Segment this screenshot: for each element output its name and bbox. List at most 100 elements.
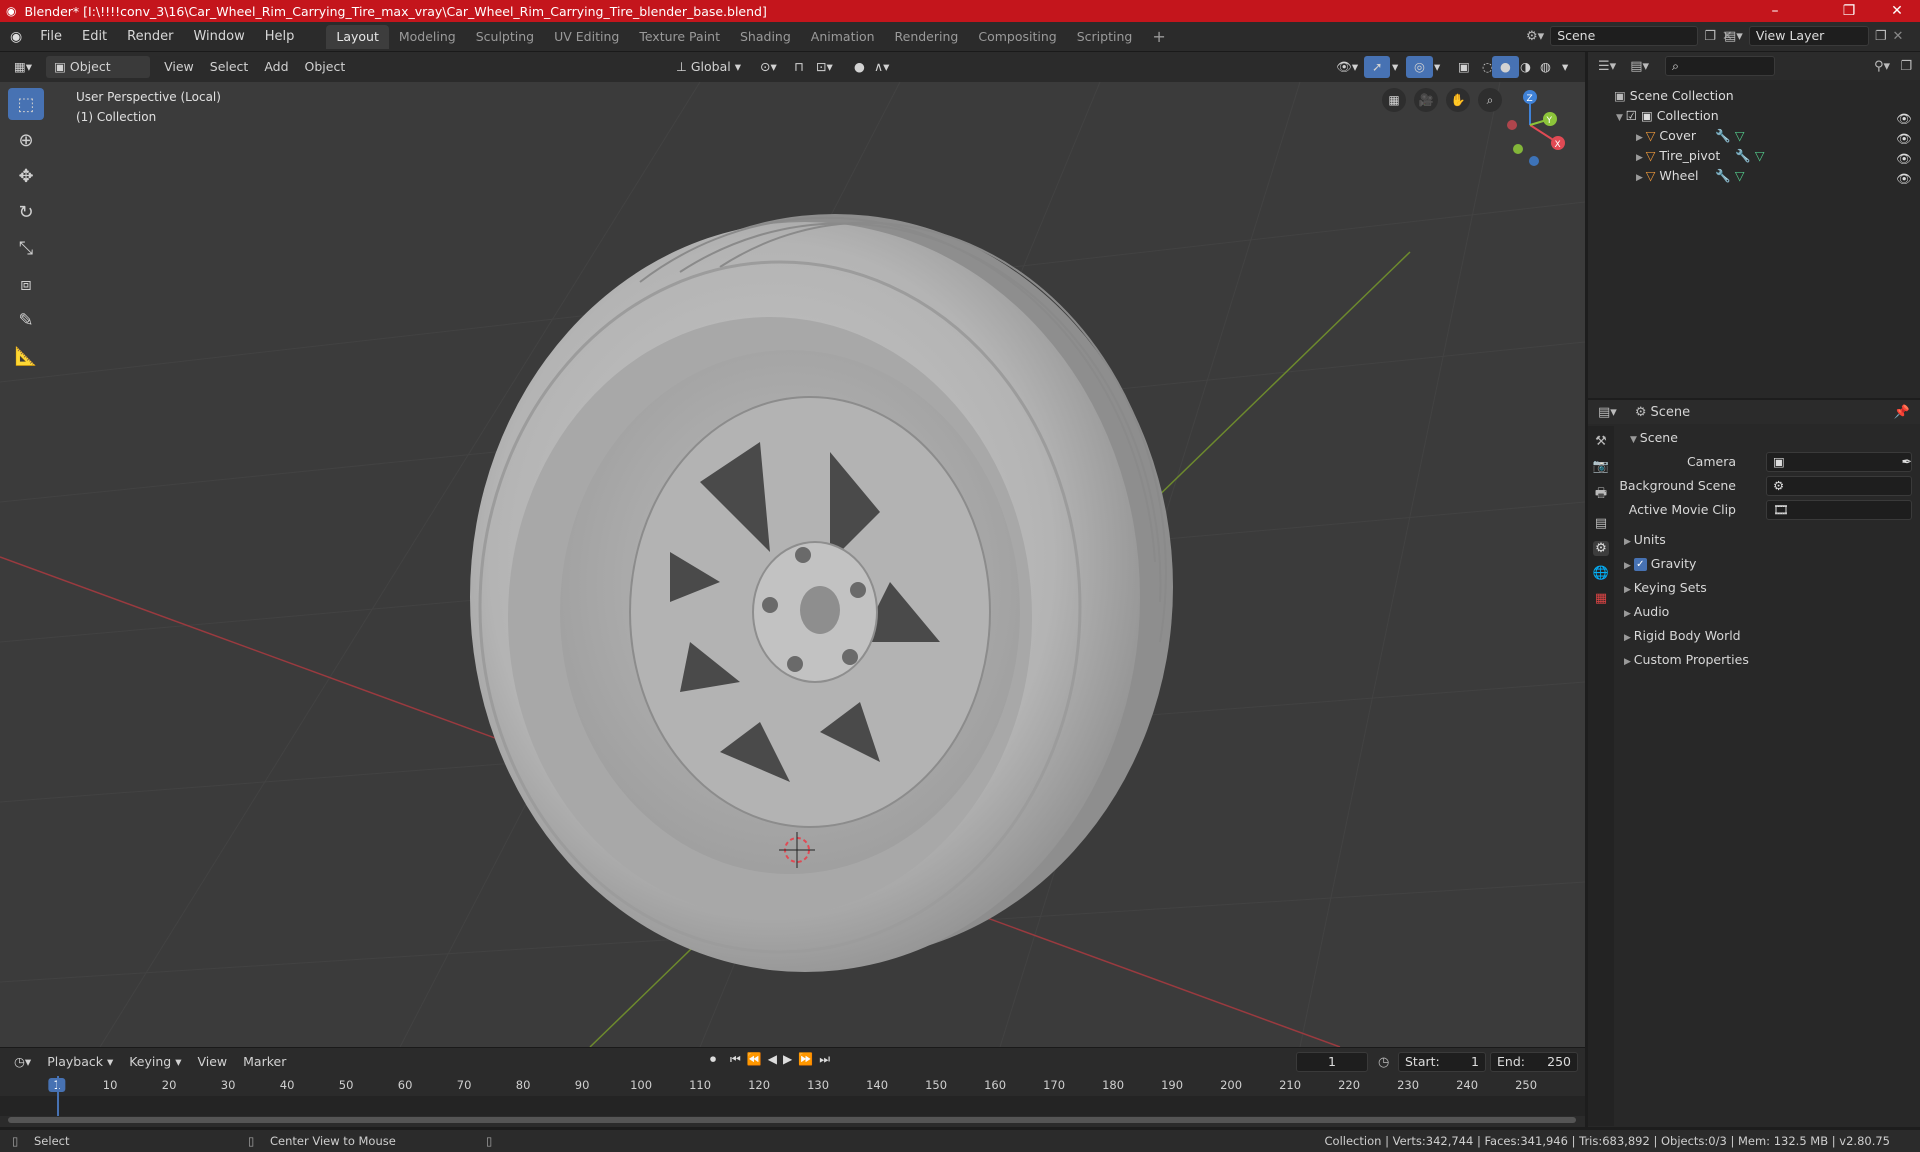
scene-panel-header[interactable]: ▼ Scene — [1616, 426, 1920, 450]
modifier-icon[interactable]: 🔧 — [1735, 148, 1751, 163]
hand-icon[interactable]: ✋ — [1446, 88, 1470, 112]
stopwatch-icon[interactable]: ◷ — [1378, 1055, 1389, 1070]
close-button[interactable]: ✕ — [1874, 0, 1920, 22]
outliner-scene-collection[interactable]: ▣ Scene Collection — [1588, 86, 1920, 106]
wheel-model[interactable] — [470, 214, 1173, 972]
tab-sculpting[interactable]: Sculpting — [466, 25, 544, 49]
mesh-data-icon[interactable]: ▽ — [1751, 148, 1765, 163]
frame-ruler[interactable]: 1102030405060708090100110120130140150160… — [0, 1076, 1585, 1096]
menu-playback[interactable]: Playback ▾ — [39, 1051, 121, 1073]
eye-icon[interactable]: 👁 — [1896, 169, 1912, 186]
tab-texture-paint[interactable]: Texture Paint — [629, 25, 730, 49]
prev-keyframe-icon[interactable]: ⏪ — [747, 1052, 762, 1067]
shading-dropdown-icon[interactable]: ▾ — [1554, 56, 1576, 78]
modifier-icon[interactable]: 🔧 — [1715, 128, 1731, 143]
scale-tool[interactable]: ⤡ — [8, 232, 44, 264]
play-reverse-icon[interactable]: ◀ — [768, 1052, 777, 1067]
tab-rendering[interactable]: Rendering — [885, 25, 969, 49]
tab-layout[interactable]: Layout — [326, 24, 389, 49]
eyedropper-icon[interactable]: ✒ — [1902, 450, 1912, 474]
eye-icon[interactable]: 👁 — [1896, 129, 1912, 146]
jump-start-icon[interactable]: ⏮ — [730, 1052, 741, 1067]
pivot-icon[interactable]: ⊙▾ — [752, 56, 785, 78]
menu-keying[interactable]: Keying ▾ — [121, 1051, 189, 1073]
view-layer-tab-icon[interactable]: ▤ — [1595, 516, 1607, 531]
mesh-data-icon[interactable]: ▽ — [1731, 168, 1745, 183]
menu-file[interactable]: File — [30, 26, 72, 48]
expand-arrow-icon[interactable]: ▶ — [1624, 537, 1634, 547]
menu-view[interactable]: View — [156, 56, 202, 78]
expand-arrow-icon[interactable]: ▶ — [1636, 173, 1646, 183]
3d-cursor-tool[interactable]: ⊕ — [8, 124, 44, 156]
editor-type-icon[interactable]: ▦▾ — [6, 56, 40, 78]
current-frame-field[interactable]: 1 — [1296, 1052, 1368, 1072]
expand-arrow-icon[interactable]: ▶ — [1624, 633, 1634, 643]
display-mode-icon[interactable]: ▤▾ — [1630, 59, 1649, 74]
eye-icon[interactable]: 👁 — [1896, 149, 1912, 166]
maximize-button[interactable]: ❐ — [1826, 0, 1872, 22]
scene-selector[interactable]: Scene — [1550, 26, 1699, 46]
expand-arrow-icon[interactable]: ▶ — [1624, 609, 1634, 619]
tab-compositing[interactable]: Compositing — [968, 25, 1066, 49]
expand-arrow-icon[interactable]: ▼ — [1616, 113, 1626, 123]
menu-help[interactable]: Help — [255, 26, 305, 48]
view-layer-icon[interactable]: ▤▾ — [1724, 29, 1743, 44]
annotate-tool[interactable]: ✎ — [8, 304, 44, 336]
world-tab-icon[interactable]: 🌐 — [1593, 566, 1609, 581]
add-workspace-button[interactable]: + — [1142, 25, 1175, 49]
properties-editor-type-icon[interactable]: ▤▾ — [1598, 405, 1617, 420]
new-view-layer-icon[interactable]: ❐ — [1875, 29, 1887, 44]
background-scene-field[interactable]: ⚙ — [1766, 476, 1912, 496]
checkbox-icon[interactable]: ☑ — [1626, 108, 1641, 123]
timeline-scrollbar[interactable] — [8, 1117, 1576, 1123]
delete-view-layer-icon[interactable]: ✕ — [1892, 29, 1903, 44]
menu-render[interactable]: Render — [117, 26, 183, 48]
gravity-checkbox[interactable]: ✓ — [1633, 558, 1647, 571]
move-tool[interactable]: ✥ — [8, 160, 44, 192]
end-frame-field[interactable]: End: 250 — [1490, 1052, 1578, 1072]
next-keyframe-icon[interactable]: ⏩ — [798, 1052, 813, 1067]
gravity-panel-header[interactable]: ▶ ✓ Gravity — [1616, 552, 1920, 576]
visibility-icon[interactable]: 👁▾ — [1328, 56, 1366, 78]
start-frame-field[interactable]: Start: 1 — [1398, 1052, 1486, 1072]
outliner-collection[interactable]: ▼ ☑ ▣ Collection 👁 — [1588, 106, 1920, 126]
units-panel-header[interactable]: ▶ Units — [1616, 528, 1920, 552]
tab-modeling[interactable]: Modeling — [389, 25, 466, 49]
transform-tool[interactable]: ⧈ — [8, 268, 44, 300]
active-movie-clip-field[interactable]: 🎞 — [1766, 500, 1912, 520]
jump-end-icon[interactable]: ⏭ — [819, 1052, 830, 1067]
blender-menu-icon[interactable]: ◉ — [10, 29, 22, 45]
overlay-dropdown-icon[interactable]: ▾ — [1426, 56, 1448, 78]
menu-select[interactable]: Select — [202, 56, 257, 78]
expand-arrow-icon[interactable]: ▶ — [1624, 657, 1634, 667]
collapse-arrow-icon[interactable]: ▼ — [1630, 435, 1640, 445]
camera-field[interactable]: ▣ — [1766, 452, 1912, 472]
menu-window[interactable]: Window — [183, 26, 254, 48]
expand-arrow-icon[interactable]: ▶ — [1624, 561, 1634, 571]
viewport-canvas[interactable]: Z X Y — [0, 82, 1585, 1047]
measure-tool[interactable]: 📐 — [8, 340, 44, 372]
expand-arrow-icon[interactable]: ▶ — [1636, 133, 1646, 143]
custom-properties-panel-header[interactable]: ▶ Custom Properties — [1616, 648, 1920, 672]
mesh-data-icon[interactable]: ▽ — [1731, 128, 1745, 143]
texture-tab-icon[interactable]: ▦ — [1595, 591, 1607, 606]
tab-shading[interactable]: Shading — [730, 25, 801, 49]
orientation-dropdown[interactable]: ⊥ Global ▾ — [668, 56, 749, 78]
navigation-gizmo[interactable]: Z X Y — [1507, 90, 1565, 166]
menu-add[interactable]: Add — [256, 56, 296, 78]
tab-animation[interactable]: Animation — [801, 25, 885, 49]
new-collection-icon[interactable]: ❐ — [1900, 59, 1912, 74]
tool-settings-tab-icon[interactable]: ⚒ — [1595, 434, 1607, 449]
outliner-search-input[interactable]: ⌕ — [1665, 56, 1775, 76]
audio-panel-header[interactable]: ▶ Audio — [1616, 600, 1920, 624]
eye-icon[interactable]: 👁 — [1896, 109, 1912, 126]
expand-arrow-icon[interactable]: ▶ — [1636, 153, 1646, 163]
scene-tab-icon[interactable]: ⚙ — [1593, 541, 1609, 556]
record-icon[interactable]: ⏺ — [710, 1052, 716, 1067]
menu-marker[interactable]: Marker — [235, 1051, 294, 1073]
3d-viewport[interactable]: Z X Y User Perspective (Local) (1) Colle… — [0, 82, 1585, 1047]
expand-arrow-icon[interactable]: ▶ — [1624, 585, 1634, 595]
new-scene-icon[interactable]: ❐ — [1704, 29, 1716, 44]
outliner-item-wheel[interactable]: ▶ ▽ Wheel 🔧 ▽ 👁 — [1588, 166, 1920, 186]
mode-dropdown[interactable]: ▣ Object Mode ▾ — [46, 56, 151, 96]
